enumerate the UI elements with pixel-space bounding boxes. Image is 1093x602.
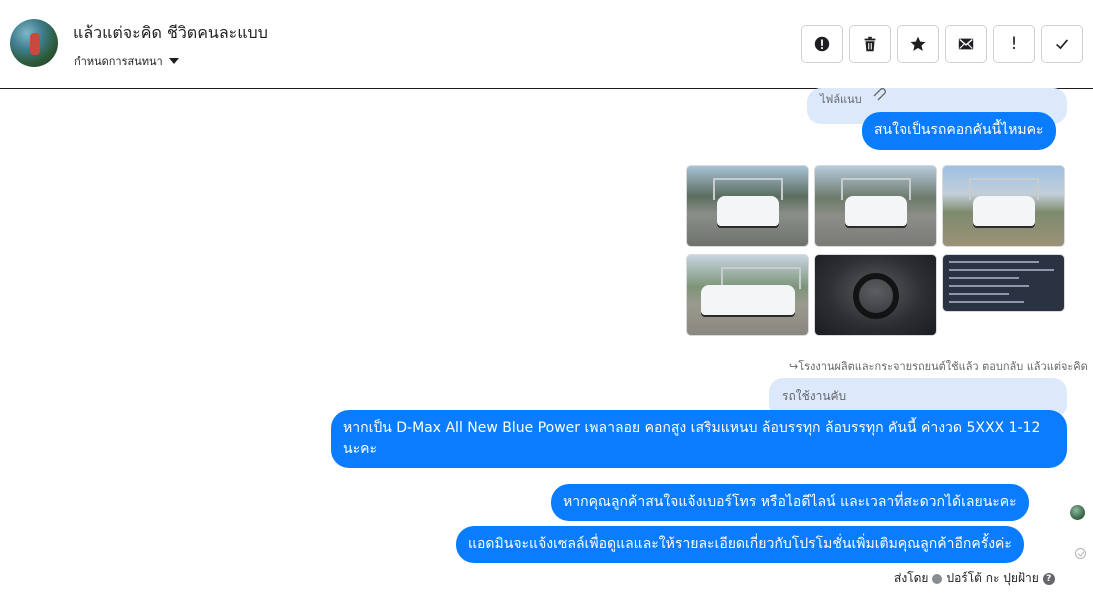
assign-conversation-dropdown[interactable]: กำหนดการสนทนา (74, 52, 179, 70)
mark-unread-button[interactable] (945, 25, 987, 63)
delete-button[interactable] (849, 25, 891, 63)
verified-icon (932, 573, 943, 584)
paperclip-icon (873, 88, 886, 101)
sent-by-name[interactable]: ปอร์โต้ กะ ปุยฝ้าย (946, 569, 1038, 588)
sent-by-label: ส่งโดย (894, 571, 929, 585)
star-icon (910, 36, 926, 51)
trash-icon (864, 36, 876, 52)
sent-by-line: ส่งโดย ปอร์โต้ กะ ปุยฝ้าย ? (894, 569, 1055, 588)
truck-front-photo[interactable] (686, 165, 809, 247)
contact-avatar[interactable] (10, 19, 58, 67)
outgoing-message[interactable]: หากคุณลูกค้าสนใจแจ้งเบอร์โทร หรือไอดีไลน… (551, 484, 1029, 521)
report-spam-button[interactable] (801, 25, 843, 63)
truck-interior-photo[interactable] (814, 254, 937, 336)
truck-three-quarter-photo[interactable] (814, 165, 937, 247)
message-thread[interactable]: ไฟล์แนบ สนใจเป็นรถคอกคันนี้ไหมคะ ↪โรงงาน… (0, 88, 1093, 602)
attachment-label: ไฟล์แนบ (820, 93, 862, 106)
assign-conversation-label: กำหนดการสนทนา (74, 55, 163, 68)
quoted-reply-text: รถใช้งานคับ (782, 389, 847, 403)
truck-rear-photo[interactable] (942, 165, 1065, 247)
reply-caption: ↪โรงงานผลิตและกระจายรถยนต์ใช้แล้ว ตอบกลั… (789, 357, 1088, 375)
reply-arrow-icon: ↪ (789, 360, 799, 373)
caret-down-icon (168, 58, 179, 64)
reply-caption-text: โรงงานผลิตและกระจายรถยนต์ใช้แล้ว ตอบกลับ… (798, 360, 1088, 373)
sent-check-icon (1075, 548, 1086, 559)
outgoing-message[interactable]: สนใจเป็นรถคอกคันนี้ไหมคะ (862, 112, 1056, 150)
important-button[interactable]: ! (993, 25, 1035, 63)
exclamation-icon: ! (1010, 34, 1018, 54)
mark-done-button[interactable] (1041, 25, 1083, 63)
check-icon (1056, 39, 1069, 50)
star-button[interactable] (897, 25, 939, 63)
outgoing-message[interactable]: หากเป็น D-Max All New Blue Power เพลาลอย… (331, 410, 1067, 468)
seen-avatar (1070, 505, 1085, 520)
envelope-icon (958, 38, 974, 50)
help-icon[interactable]: ? (1042, 572, 1055, 585)
alert-circle-icon (814, 36, 830, 52)
listing-details-photo[interactable] (942, 254, 1065, 312)
contact-name[interactable]: แล้วแต่จะคิด ชีวิตคนละแบบ (73, 21, 268, 46)
truck-side-photo[interactable] (686, 254, 809, 336)
outgoing-message[interactable]: แอดมินจะแจ้งเซลล์เพื่อดูแลและให้รายละเอี… (456, 526, 1024, 563)
conversation-header: แล้วแต่จะคิด ชีวิตคนละแบบ กำหนดการสนทนา … (0, 0, 1093, 89)
